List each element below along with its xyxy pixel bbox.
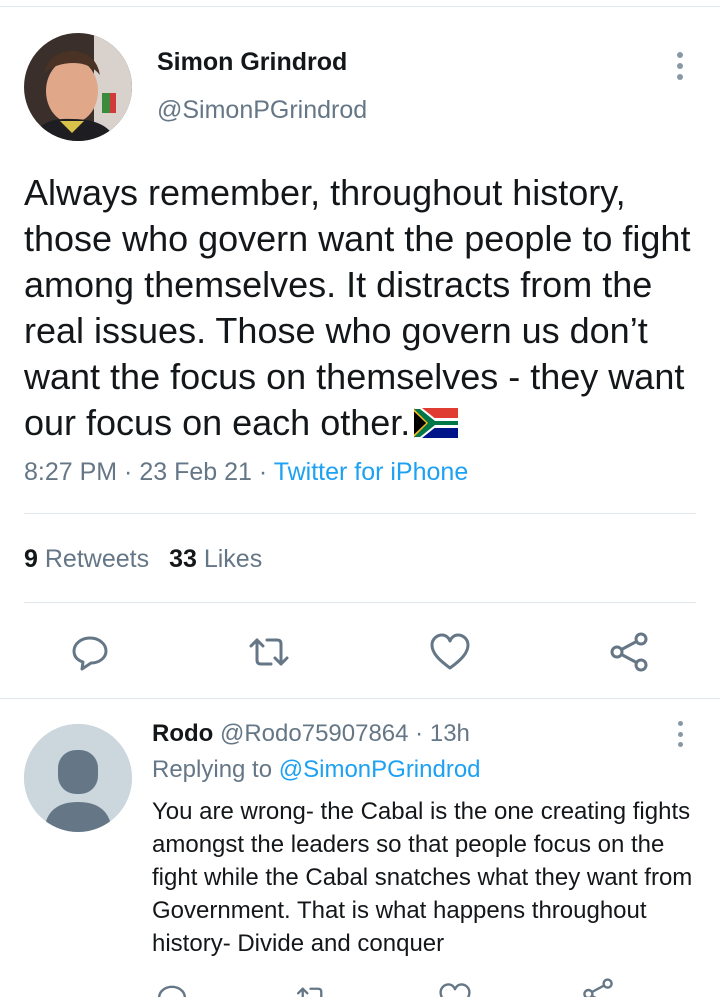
reply-author-handle[interactable]: @Rodo75907864 (220, 720, 409, 747)
tweet-action-bar (0, 628, 720, 676)
reply-action-bar (0, 978, 720, 997)
replying-to: Replying to @SimonPGrindrod (152, 756, 481, 784)
retweets-count: 9 (24, 545, 38, 573)
retweet-icon[interactable] (292, 982, 332, 997)
tweet-date: 23 Feb 21 (139, 458, 252, 486)
reply-age: 13h (429, 720, 470, 747)
heart-icon[interactable] (426, 628, 474, 676)
likes-count: 33 (169, 545, 197, 573)
divider (24, 602, 696, 603)
reply-icon[interactable] (152, 982, 192, 997)
reply-more-options-icon[interactable] (666, 718, 694, 750)
retweets-label: Retweets (44, 545, 150, 573)
tweet-meta: 8:27 PM · 23 Feb 21 · Twitter for iPhone (24, 458, 468, 487)
share-icon[interactable] (605, 628, 653, 676)
author-avatar[interactable] (24, 33, 132, 141)
likes-stat[interactable]: 33 Likes (169, 545, 262, 573)
share-icon[interactable] (578, 978, 618, 997)
meta-separator: · (408, 720, 430, 747)
section-divider (0, 698, 720, 699)
reply-text: You are wrong- the Cabal is the one crea… (152, 798, 693, 957)
tweet-stats: 9 Retweets 33 Likes (24, 545, 262, 574)
author-name[interactable]: Simon Grindrod (157, 48, 347, 77)
more-options-icon[interactable] (666, 48, 694, 84)
tweet-text: Always remember, throughout history, tho… (24, 170, 704, 449)
retweet-icon[interactable] (245, 628, 293, 676)
replying-to-handle[interactable]: @SimonPGrindrod (279, 756, 481, 783)
replying-to-label: Replying to (152, 756, 273, 783)
reply-author-name[interactable]: Rodo (152, 720, 213, 747)
divider (24, 513, 696, 514)
tweet-source-link[interactable]: Twitter for iPhone (274, 458, 469, 486)
reply-icon[interactable] (66, 628, 114, 676)
likes-label: Likes (203, 545, 263, 573)
tweet-body: Always remember, throughout history, tho… (24, 172, 691, 443)
tweet-time: 8:27 PM (24, 458, 118, 486)
retweets-stat[interactable]: 9 Retweets (24, 545, 149, 573)
south-africa-flag-icon (414, 403, 459, 449)
meta-separator: · (251, 458, 274, 486)
top-divider (0, 6, 720, 7)
author-handle[interactable]: @SimonPGrindrod (157, 96, 367, 125)
meta-separator: · (117, 458, 140, 486)
reply-author-avatar[interactable] (24, 724, 132, 832)
reply-header: Rodo @Rodo75907864 · 13h (152, 720, 470, 748)
heart-icon[interactable] (435, 982, 475, 997)
